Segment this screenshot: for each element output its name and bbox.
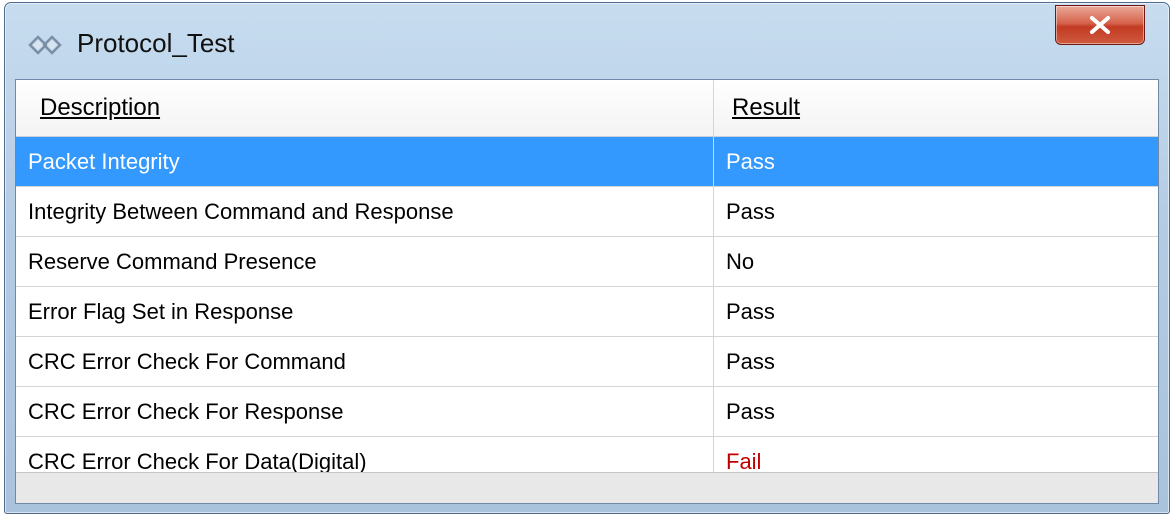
description-cell[interactable]: Reserve Command Presence <box>16 237 714 286</box>
result-cell[interactable]: Pass <box>714 287 1158 336</box>
result-cell[interactable]: Pass <box>714 137 1158 186</box>
description-cell[interactable]: Packet Integrity <box>16 137 714 186</box>
table-row[interactable]: CRC Error Check For Command Pass <box>16 337 1158 387</box>
table-row[interactable]: CRC Error Check For Response Pass <box>16 387 1158 437</box>
table-row[interactable]: Error Flag Set in Response Pass <box>16 287 1158 337</box>
close-icon <box>1090 16 1110 34</box>
window-client-area: Description Result Packet Integrity Pass… <box>15 79 1159 504</box>
column-header-result[interactable]: Result <box>714 80 1158 136</box>
table-row[interactable]: Packet Integrity Pass <box>16 137 1158 187</box>
description-cell[interactable]: Error Flag Set in Response <box>16 287 714 336</box>
window-title: Protocol_Test <box>77 28 235 58</box>
result-cell[interactable]: Pass <box>714 187 1158 236</box>
protocol-test-window: Protocol_Test Description Result Packet … <box>4 2 1170 514</box>
close-button[interactable] <box>1055 5 1145 45</box>
horizontal-scrollbar[interactable] <box>16 472 1158 503</box>
results-table: Description Result Packet Integrity Pass… <box>16 80 1158 487</box>
description-cell[interactable]: CRC Error Check For Command <box>16 337 714 386</box>
result-cell[interactable]: No <box>714 237 1158 286</box>
table-header: Description Result <box>16 80 1158 137</box>
title-bar[interactable]: Protocol_Test <box>5 3 1169 79</box>
description-cell[interactable]: Integrity Between Command and Response <box>16 187 714 236</box>
result-cell[interactable]: Pass <box>714 337 1158 386</box>
description-cell[interactable]: CRC Error Check For Response <box>16 387 714 436</box>
column-header-description[interactable]: Description <box>16 80 714 136</box>
app-icon <box>27 33 67 57</box>
result-cell[interactable]: Pass <box>714 387 1158 436</box>
table-row[interactable]: Integrity Between Command and Response P… <box>16 187 1158 237</box>
table-row[interactable]: Reserve Command Presence No <box>16 237 1158 287</box>
